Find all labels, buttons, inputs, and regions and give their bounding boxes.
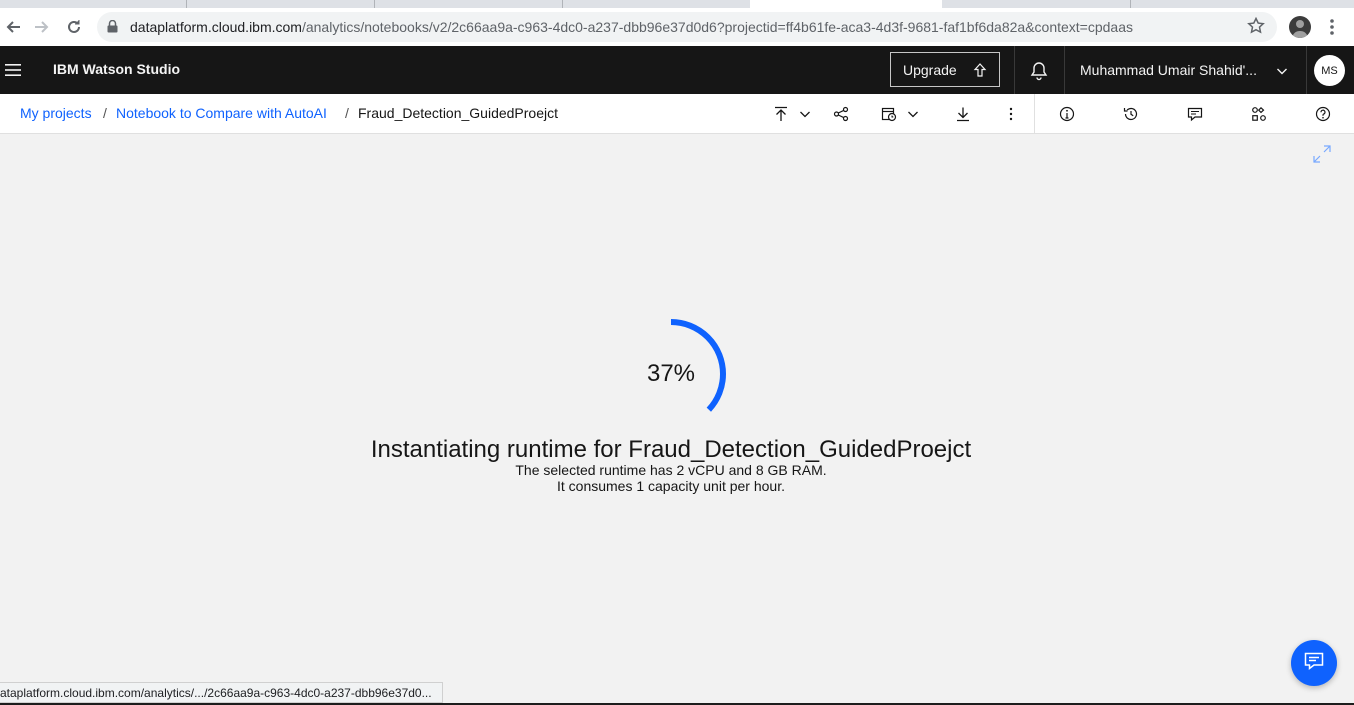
expand-fullscreen-icon[interactable] — [1312, 144, 1332, 169]
url-text: dataplatform.cloud.ibm.com/analytics/not… — [130, 19, 1133, 35]
address-bar[interactable]: dataplatform.cloud.ibm.com/analytics/not… — [97, 12, 1277, 42]
chevron-down-icon[interactable] — [903, 104, 923, 124]
breadcrumb-separator: / — [345, 105, 349, 121]
breadcrumb-separator: / — [103, 105, 107, 121]
runtime-status-title: Instantiating runtime for Fraud_Detectio… — [370, 436, 972, 463]
comments-icon[interactable] — [1185, 104, 1205, 124]
schedule-icon[interactable] — [879, 104, 899, 124]
breadcrumb-notebook: Fraud_Detection_GuidedProejct — [358, 105, 559, 121]
runtime-spec-text: The selected runtime has 2 vCPU and 8 GB… — [515, 462, 827, 478]
product-name[interactable]: IBM Watson Studio — [53, 61, 180, 77]
runtime-capacity-text: It consumes 1 capacity unit per hour. — [556, 478, 785, 494]
app-header: IBM Watson Studio Upgrade Muhammad Umair… — [0, 46, 1354, 94]
help-icon[interactable] — [1313, 104, 1333, 124]
hamburger-menu-icon[interactable] — [0, 46, 26, 94]
upgrade-button[interactable]: Upgrade — [890, 52, 1000, 87]
breadcrumb-project[interactable]: Notebook to Compare with AutoAI — [116, 105, 327, 121]
browser-profile-avatar[interactable] — [1289, 16, 1311, 38]
upgrade-arrow-icon — [973, 63, 987, 80]
upgrade-label: Upgrade — [903, 61, 957, 78]
notebook-toolbar: My projects / Notebook to Compare with A… — [0, 94, 1354, 134]
account-switcher-label[interactable]: Muhammad Umair Shahid'... — [1080, 62, 1257, 78]
user-avatar[interactable]: MS — [1314, 55, 1345, 86]
data-assets-icon[interactable] — [1249, 104, 1269, 124]
chat-assistant-button[interactable] — [1291, 640, 1337, 686]
forward-icon[interactable] — [29, 14, 55, 40]
active-browser-tab[interactable] — [750, 0, 942, 8]
chevron-down-icon[interactable] — [1276, 64, 1288, 82]
download-icon[interactable] — [953, 104, 973, 124]
chat-icon — [1303, 650, 1325, 677]
chevron-down-icon[interactable] — [795, 104, 815, 124]
reload-icon[interactable] — [61, 14, 87, 40]
publish-icon[interactable] — [771, 104, 791, 124]
breadcrumb-my-projects[interactable]: My projects — [20, 105, 92, 121]
lock-icon — [107, 19, 118, 38]
overflow-menu-icon[interactable] — [1001, 104, 1021, 124]
progress-percent-label: 37% — [646, 360, 696, 387]
bookmark-star-icon[interactable] — [1247, 16, 1265, 40]
share-icon[interactable] — [831, 104, 851, 124]
browser-toolbar: dataplatform.cloud.ibm.com/analytics/not… — [0, 8, 1354, 46]
back-icon[interactable] — [0, 14, 26, 40]
browser-status-url: ataplatform.cloud.ibm.com/analytics/.../… — [0, 682, 443, 703]
notification-bell-icon[interactable] — [1028, 59, 1050, 86]
version-history-icon[interactable] — [1121, 104, 1141, 124]
info-icon[interactable] — [1057, 104, 1077, 124]
browser-menu-icon[interactable] — [1322, 17, 1342, 37]
browser-tab-strip — [0, 0, 1354, 8]
